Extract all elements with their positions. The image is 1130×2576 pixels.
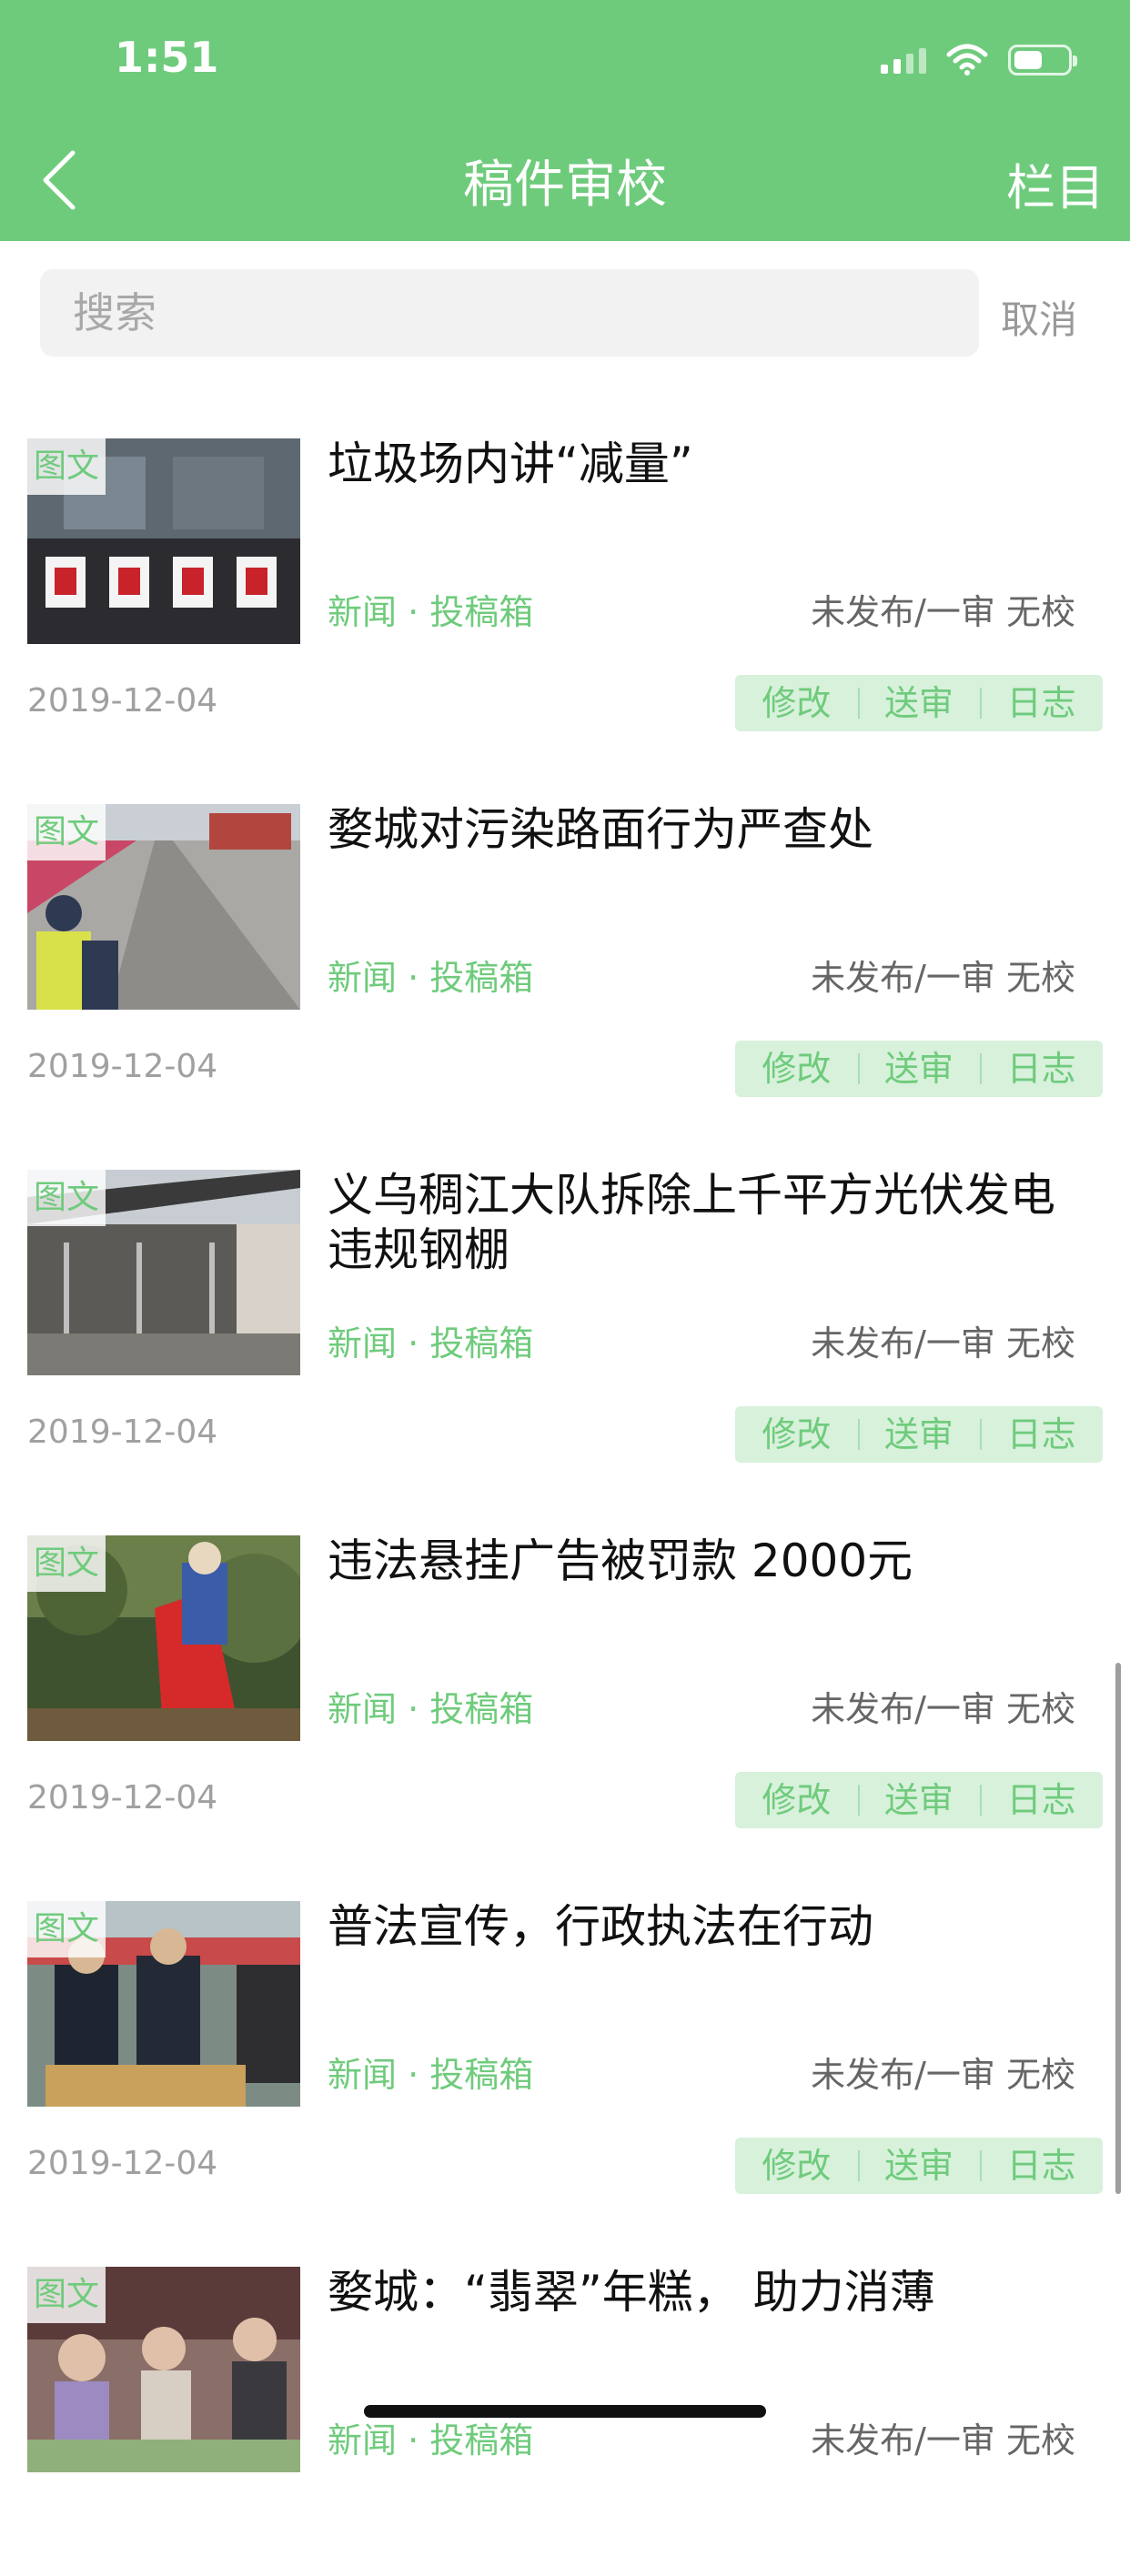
article-status: 未发布/一审 无校 (811, 1689, 1075, 1729)
app-header: 1:51 稿件审校 栏目 (0, 0, 1130, 241)
article-item[interactable]: 图文 垃圾场内讲“减量” 新闻 · 投稿箱 未发布/一审 无校 2019-12-… (0, 382, 1130, 748)
article-type-tag: 图文 (27, 2267, 106, 2323)
scrollbar[interactable] (1115, 1663, 1121, 2194)
article-status: 未发布/一审 无校 (811, 2420, 1075, 2460)
article-title[interactable]: 义乌稠江大队拆除上千平方光伏发电违规钢棚 (328, 1168, 1092, 1277)
article-category: 新闻 · 投稿箱 (328, 2420, 534, 2460)
article-status: 未发布/一审 无校 (811, 958, 1075, 998)
article-category: 新闻 · 投稿箱 (328, 1689, 534, 1729)
article-category: 新闻 · 投稿箱 (328, 958, 534, 998)
article-date: 2019-12-04 (27, 1779, 218, 1816)
article-actions: 修改 送审 日志 (735, 1041, 1103, 1097)
article-category: 新闻 · 投稿箱 (328, 1323, 534, 1363)
article-status: 未发布/一审 无校 (811, 592, 1075, 632)
edit-button[interactable]: 修改 (735, 675, 858, 731)
status-time: 1:51 (115, 33, 219, 82)
article-item[interactable]: 图文 义乌稠江大队拆除上千平方光伏发电违规钢棚 新闻 · 投稿箱 未发布/一审 … (0, 1113, 1130, 1479)
article-category: 新闻 · 投稿箱 (328, 2055, 534, 2095)
article-title[interactable]: 婺城：“翡翠”年糕， 助力消薄 (328, 2265, 1092, 2319)
submit-review-button[interactable]: 送审 (857, 2138, 981, 2194)
log-button[interactable]: 日志 (980, 2138, 1103, 2194)
log-button[interactable]: 日志 (980, 675, 1103, 731)
article-item[interactable]: 图文 婺城对污染路面行为严查处 新闻 · 投稿箱 未发布/一审 无校 2019-… (0, 748, 1130, 1113)
column-button[interactable]: 栏目 (1006, 147, 1105, 219)
log-button[interactable]: 日志 (980, 1041, 1103, 1097)
status-icons (881, 44, 1077, 76)
home-indicator (364, 2405, 766, 2418)
submit-review-button[interactable]: 送审 (857, 1406, 981, 1463)
article-list: 图文 垃圾场内讲“减量” 新闻 · 投稿箱 未发布/一审 无校 2019-12-… (0, 382, 1130, 2576)
article-actions: 修改 送审 日志 (735, 1406, 1103, 1463)
edit-button[interactable]: 修改 (735, 1772, 858, 1828)
article-date: 2019-12-04 (27, 1414, 218, 1451)
article-date: 2019-12-04 (27, 2145, 218, 2182)
article-status: 未发布/一审 无校 (811, 1323, 1075, 1363)
cancel-button[interactable]: 取消 (1001, 289, 1077, 345)
article-type-tag: 图文 (27, 1901, 106, 1957)
article-type-tag: 图文 (27, 804, 106, 860)
article-item[interactable]: 图文 普法宣传，行政执法在行动 新闻 · 投稿箱 未发布/一审 无校 2019-… (0, 1845, 1130, 2210)
article-type-tag: 图文 (27, 1170, 106, 1226)
log-button[interactable]: 日志 (980, 1772, 1103, 1828)
article-type-tag: 图文 (27, 1535, 106, 1592)
article-actions: 修改 送审 日志 (735, 1772, 1103, 1828)
edit-button[interactable]: 修改 (735, 2138, 858, 2194)
article-item[interactable]: 图文 违法悬挂广告被罚款 2000元 新闻 · 投稿箱 未发布/一审 无校 20… (0, 1479, 1130, 1845)
edit-button[interactable]: 修改 (735, 1406, 858, 1463)
page-title: 稿件审校 (463, 156, 667, 215)
search-bar (40, 269, 979, 357)
article-date: 2019-12-04 (27, 682, 218, 719)
article-status: 未发布/一审 无校 (811, 2055, 1075, 2095)
article-title[interactable]: 普法宣传，行政执法在行动 (328, 1899, 1092, 1954)
article-actions: 修改 送审 日志 (735, 675, 1103, 731)
submit-review-button[interactable]: 送审 (857, 675, 981, 731)
submit-review-button[interactable]: 送审 (857, 1772, 981, 1828)
search-input[interactable] (40, 269, 979, 357)
signal-icon (881, 46, 926, 74)
article-date: 2019-12-04 (27, 1048, 218, 1085)
battery-icon (1008, 45, 1077, 75)
edit-button[interactable]: 修改 (735, 1041, 858, 1097)
article-type-tag: 图文 (27, 438, 106, 495)
wifi-icon (946, 44, 988, 75)
article-category: 新闻 · 投稿箱 (328, 592, 534, 632)
log-button[interactable]: 日志 (980, 1406, 1103, 1463)
article-title[interactable]: 婺城对污染路面行为严查处 (328, 802, 1092, 857)
article-item[interactable]: 图文 婺城：“翡翠”年糕， 助力消薄 新闻 · 投稿箱 未发布/一审 无校 (0, 2210, 1130, 2576)
article-actions: 修改 送审 日志 (735, 2138, 1103, 2194)
article-title[interactable]: 垃圾场内讲“减量” (328, 437, 1092, 491)
submit-review-button[interactable]: 送审 (857, 1041, 981, 1097)
article-title[interactable]: 违法悬挂广告被罚款 2000元 (328, 1534, 1092, 1588)
